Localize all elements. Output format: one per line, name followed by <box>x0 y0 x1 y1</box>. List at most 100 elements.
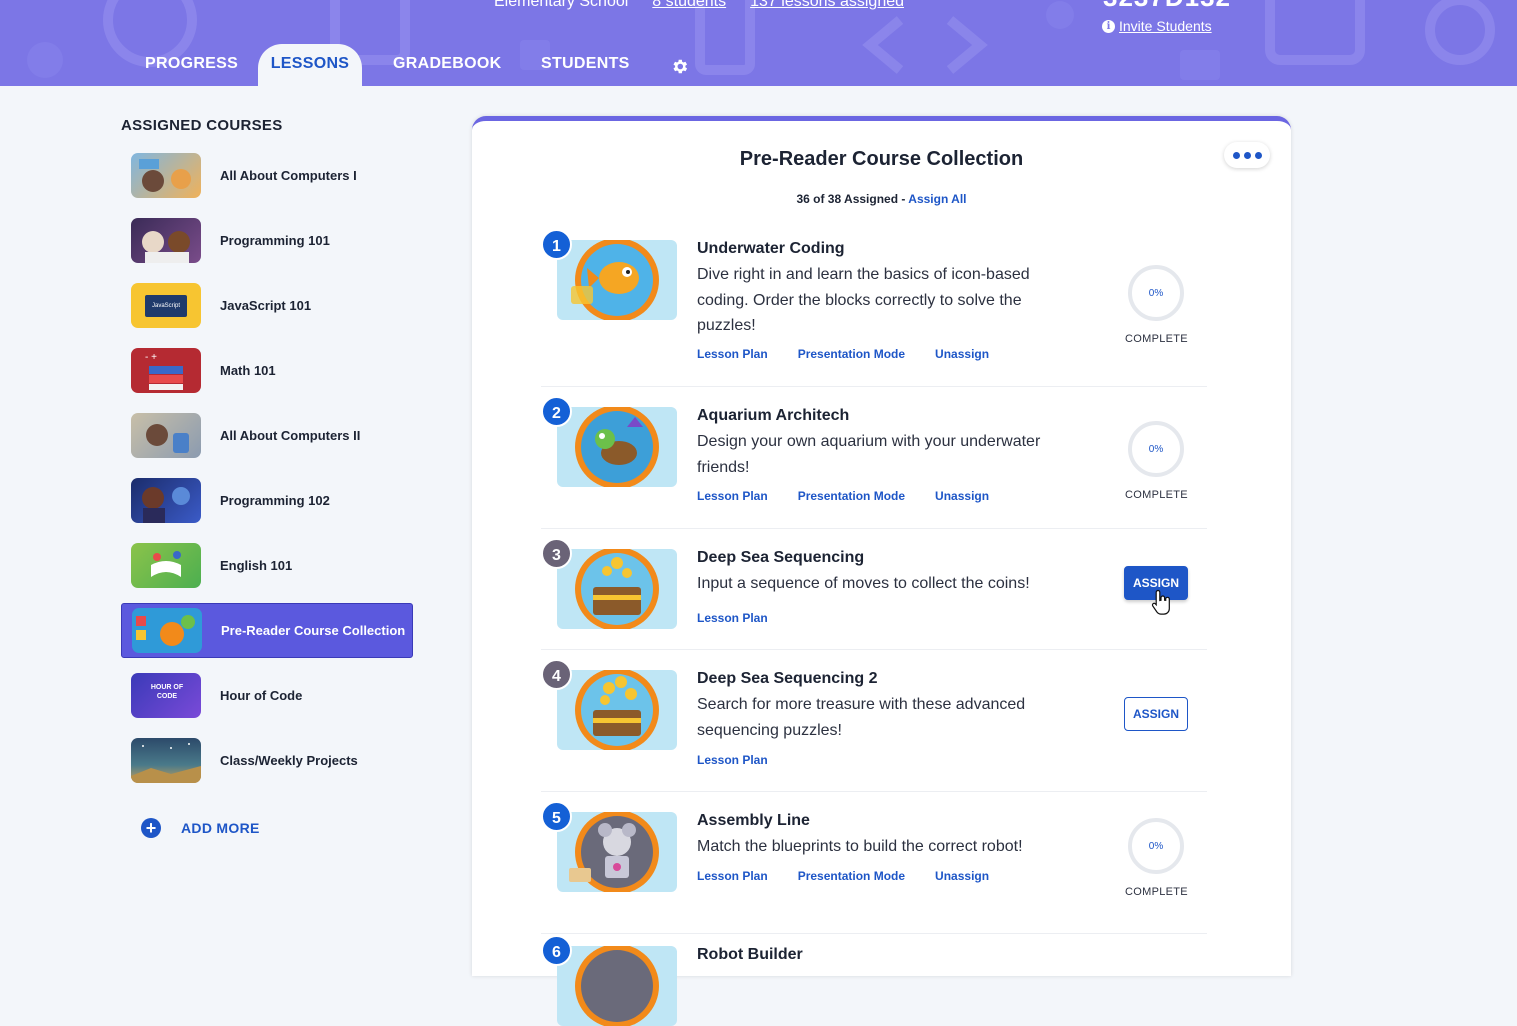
lesson-row: 3 Deep Sea Sequencing Input a sequence o… <box>541 538 1207 650</box>
tab-gradebook[interactable]: GRADEBOOK <box>393 44 501 86</box>
course-item-javascript-101[interactable]: JavaScript JavaScript 101 <box>121 278 413 333</box>
lesson-row: 6 Robot Builder <box>541 935 1207 1026</box>
tab-lessons[interactable]: LESSONS <box>258 44 362 86</box>
lesson-thumbnail[interactable] <box>557 670 677 750</box>
complete-label: COMPLETE <box>1125 333 1188 345</box>
complete-label: COMPLETE <box>1125 886 1188 898</box>
lesson-progress: 0% COMPLETE <box>1125 421 1188 501</box>
course-label: All About Computers II <box>220 428 361 443</box>
lesson-plan-link[interactable]: Lesson Plan <box>697 753 768 767</box>
course-label: Hour of Code <box>220 688 303 703</box>
lesson-title: Deep Sea Sequencing 2 <box>697 670 878 687</box>
lesson-progress: 0% COMPLETE <box>1125 265 1188 345</box>
class-code: 3237D132 <box>1103 0 1231 13</box>
course-thumbnail <box>132 608 202 653</box>
class-tabs: PROGRESS LESSONS GRADEBOOK STUDENTS <box>0 44 760 86</box>
assigned-summary: 36 of 38 Assigned - Assign All <box>472 192 1291 206</box>
invite-students-link[interactable]: i Invite Students <box>1102 18 1212 34</box>
lesson-thumbnail[interactable] <box>557 240 677 320</box>
course-item-all-about-computers-2[interactable]: All About Computers II <box>121 408 413 463</box>
lesson-plan-link[interactable]: Lesson Plan <box>697 869 768 883</box>
progress-ring: 0% <box>1128 265 1184 321</box>
lesson-links: Lesson Plan Presentation Mode Unassign <box>697 869 989 883</box>
course-thumbnail: - + <box>131 348 201 393</box>
lesson-number: 3 <box>541 538 572 569</box>
course-item-english-101[interactable]: English 101 <box>121 538 413 593</box>
assign-button[interactable]: ASSIGN <box>1124 566 1188 600</box>
svg-text:- +: - + <box>145 352 157 363</box>
course-thumbnail: HOUR OF CODE <box>131 673 201 718</box>
course-collection-card: Pre-Reader Course Collection 36 of 38 As… <box>472 116 1291 1026</box>
lesson-title: Robot Builder <box>697 946 803 963</box>
course-thumbnail <box>131 478 201 523</box>
lesson-row: 2 Aquarium Architech Design your own aqu… <box>541 396 1207 529</box>
tab-progress[interactable]: PROGRESS <box>145 44 238 86</box>
course-label: All About Computers I <box>220 168 357 183</box>
lesson-description: Dive right in and learn the basics of ic… <box>697 266 1030 334</box>
presentation-mode-link[interactable]: Presentation Mode <box>798 347 905 361</box>
javascript-thumb-text: JavaScript <box>145 295 187 317</box>
lesson-number: 4 <box>541 659 572 690</box>
hour-of-code-thumb-text: HOUR OF CODE <box>150 684 184 700</box>
more-options-button[interactable] <box>1224 142 1270 168</box>
presentation-mode-link[interactable]: Presentation Mode <box>798 489 905 503</box>
course-item-math-101[interactable]: - + Math 101 <box>121 343 413 398</box>
course-thumbnail <box>131 413 201 458</box>
tab-students[interactable]: STUDENTS <box>541 44 630 86</box>
lesson-row: 4 Deep Sea Sequencing 2 Search for more … <box>541 659 1207 792</box>
assign-button[interactable]: ASSIGN <box>1124 697 1188 731</box>
lesson-thumbnail[interactable] <box>557 549 677 629</box>
lesson-plan-link[interactable]: Lesson Plan <box>697 611 768 625</box>
course-label: English 101 <box>220 558 293 573</box>
course-item-pre-reader-collection[interactable]: Pre-Reader Course Collection <box>121 603 413 658</box>
course-label: Programming 102 <box>220 493 330 508</box>
settings-gear-icon[interactable] <box>670 57 689 76</box>
students-link[interactable]: 8 students <box>652 0 726 11</box>
lesson-plan-link[interactable]: Lesson Plan <box>697 347 768 361</box>
assigned-count: 36 of 38 Assigned <box>796 192 899 206</box>
info-icon: i <box>1102 19 1115 33</box>
lesson-progress: 0% COMPLETE <box>1125 818 1188 898</box>
more-dots-icon <box>1232 151 1240 159</box>
unassign-link[interactable]: Unassign <box>935 869 989 883</box>
unassign-link[interactable]: Unassign <box>935 347 989 361</box>
course-thumbnail <box>131 218 201 263</box>
lesson-links: Lesson Plan <box>697 611 768 625</box>
course-thumbnail: JavaScript <box>131 283 201 328</box>
add-more-label: ADD MORE <box>181 820 260 836</box>
course-label: Math 101 <box>220 363 276 378</box>
lesson-thumbnail[interactable] <box>557 812 677 892</box>
lesson-title: Underwater Coding <box>697 240 845 257</box>
course-item-programming-102[interactable]: Programming 102 <box>121 473 413 528</box>
lesson-number: 6 <box>541 935 572 966</box>
complete-label: COMPLETE <box>1125 489 1188 501</box>
lessons-assigned-link[interactable]: 137 lessons assigned <box>750 0 904 11</box>
presentation-mode-link[interactable]: Presentation Mode <box>798 869 905 883</box>
school-name: Elementary School <box>494 0 629 10</box>
lesson-number: 1 <box>541 229 572 260</box>
invite-students-label: Invite Students <box>1119 18 1212 34</box>
lesson-description: Input a sequence of moves to collect the… <box>697 575 1030 592</box>
course-item-class-weekly-projects[interactable]: Class/Weekly Projects <box>121 733 413 788</box>
course-item-programming-101[interactable]: Programming 101 <box>121 213 413 268</box>
add-more-button[interactable]: + ADD MORE <box>141 818 260 838</box>
course-label: JavaScript 101 <box>220 298 312 313</box>
lesson-number: 2 <box>541 396 572 427</box>
unassign-link[interactable]: Unassign <box>935 489 989 503</box>
lesson-plan-link[interactable]: Lesson Plan <box>697 489 768 503</box>
lesson-row: 5 Assembly Line Match the blueprints to … <box>541 801 1207 934</box>
course-list: All About Computers I Programming 101 Ja… <box>121 148 413 798</box>
lesson-thumbnail[interactable] <box>557 407 677 487</box>
progress-ring: 0% <box>1128 818 1184 874</box>
lesson-description: Match the blueprints to build the correc… <box>697 838 1023 855</box>
class-info-line: Elementary School 8 students 137 lessons… <box>494 0 904 11</box>
course-item-hour-of-code[interactable]: HOUR OF CODE Hour of Code <box>121 668 413 723</box>
course-item-all-about-computers-1[interactable]: All About Computers I <box>121 148 413 203</box>
course-thumbnail <box>131 543 201 588</box>
lesson-description: Search for more treasure with these adva… <box>697 696 1026 739</box>
progress-ring: 0% <box>1128 421 1184 477</box>
course-label: Pre-Reader Course Collection <box>221 623 406 638</box>
assign-all-link[interactable]: Assign All <box>908 192 966 206</box>
course-label: Programming 101 <box>220 233 330 248</box>
lesson-thumbnail[interactable] <box>557 946 677 1026</box>
